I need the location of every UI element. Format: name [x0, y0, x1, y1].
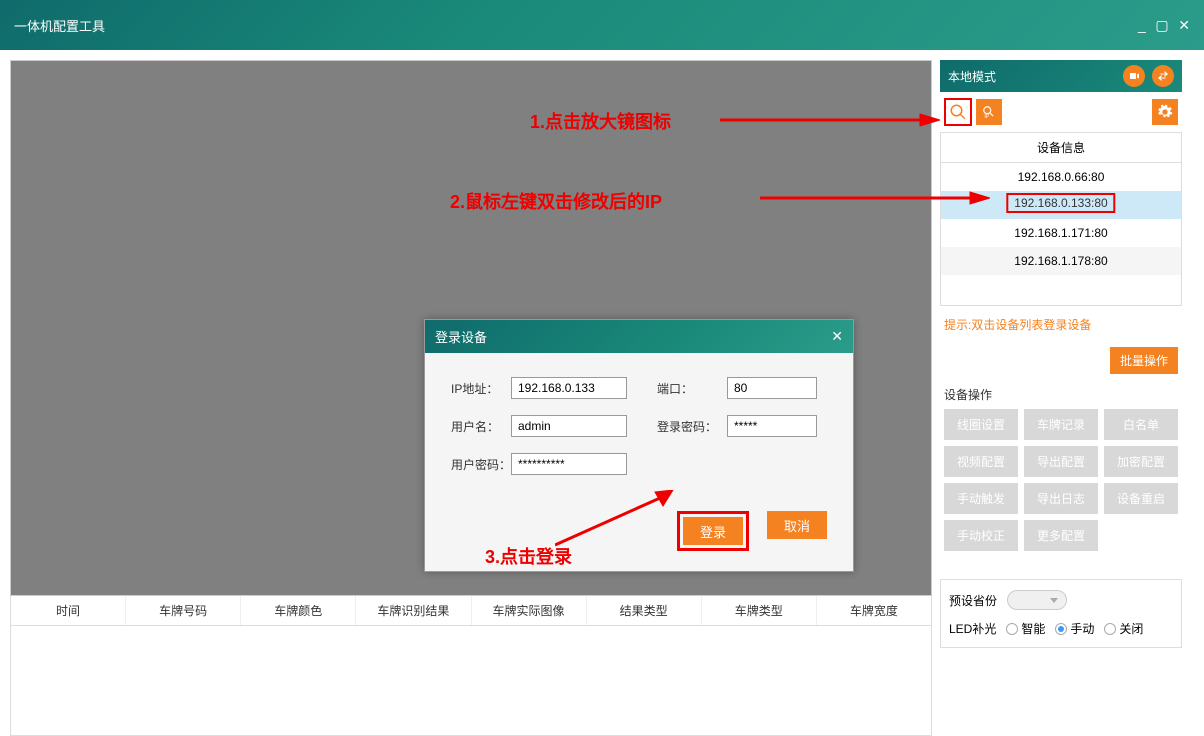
- user-password-input[interactable]: [511, 453, 627, 475]
- device-info-header: 设备信息: [940, 132, 1182, 163]
- col-color: 车牌颜色: [241, 596, 356, 625]
- mode-label: 本地模式: [948, 68, 996, 85]
- preset-province-select[interactable]: [1007, 590, 1067, 610]
- col-width: 车牌宽度: [817, 596, 931, 625]
- results-table-body: [10, 626, 932, 736]
- device-row[interactable]: 192.168.1.171:80: [941, 219, 1181, 247]
- svg-text:IP: IP: [984, 114, 989, 119]
- port-input[interactable]: [727, 377, 817, 399]
- col-time: 时间: [11, 596, 126, 625]
- login-password-input[interactable]: [727, 415, 817, 437]
- device-ops-title: 设备操作: [940, 378, 1182, 409]
- led-label: LED补光: [949, 620, 996, 637]
- device-ops-grid: 线圈设置 车牌记录 白名单 视频配置 导出配置 加密配置 手动触发 导出日志 设…: [940, 409, 1182, 551]
- login-dialog: 登录设备 ✕ IP地址： 端口： 用户名： 登录密码：: [424, 319, 854, 572]
- device-row[interactable]: 192.168.1.178:80: [941, 247, 1181, 275]
- login-button[interactable]: 登录: [683, 517, 743, 545]
- led-radio-manual[interactable]: 手动: [1055, 620, 1094, 637]
- op-manual-calibrate[interactable]: 手动校正: [944, 520, 1018, 551]
- search-ip-icon[interactable]: IP: [976, 99, 1002, 125]
- ip-label: IP地址：: [451, 380, 511, 397]
- video-preview-area: 登录设备 ✕ IP地址： 端口： 用户名： 登录密码：: [10, 60, 932, 596]
- op-plate-records[interactable]: 车牌记录: [1024, 409, 1098, 440]
- camera-icon[interactable]: [1123, 65, 1145, 87]
- op-manual-trigger[interactable]: 手动触发: [944, 483, 1018, 514]
- preset-province-label: 预设省份: [949, 592, 997, 609]
- user-password-label: 用户密码：: [451, 456, 511, 473]
- col-plate: 车牌号码: [126, 596, 241, 625]
- maximize-icon[interactable]: ▢: [1155, 17, 1168, 33]
- minimize-icon[interactable]: _: [1138, 17, 1146, 33]
- results-table-header: 时间 车牌号码 车牌颜色 车牌识别结果 车牌实际图像 结果类型 车牌类型 车牌宽…: [10, 596, 932, 626]
- op-device-restart[interactable]: 设备重启: [1104, 483, 1178, 514]
- device-list: 192.168.0.66:80 192.168.0.133:80 192.168…: [940, 163, 1182, 306]
- op-whitelist[interactable]: 白名单: [1104, 409, 1178, 440]
- led-radio-smart[interactable]: 智能: [1006, 620, 1045, 637]
- cancel-button[interactable]: 取消: [767, 511, 827, 539]
- dialog-titlebar: 登录设备 ✕: [425, 320, 853, 353]
- op-more-config[interactable]: 更多配置: [1024, 520, 1098, 551]
- port-label: 端口：: [657, 380, 727, 397]
- titlebar: 一体机配置工具 _ ▢ ✕: [0, 0, 1204, 50]
- dialog-close-icon[interactable]: ✕: [831, 328, 843, 345]
- col-image: 车牌实际图像: [472, 596, 587, 625]
- device-row[interactable]: 192.168.0.66:80: [941, 163, 1181, 191]
- dialog-title: 登录设备: [435, 327, 487, 346]
- bottom-settings-panel: 预设省份 LED补光 智能 手动 关闭: [940, 579, 1182, 648]
- close-icon[interactable]: ✕: [1178, 17, 1190, 33]
- username-input[interactable]: [511, 415, 627, 437]
- col-recog: 车牌识别结果: [356, 596, 471, 625]
- op-encrypt-config[interactable]: 加密配置: [1104, 446, 1178, 477]
- settings-icon[interactable]: [1152, 99, 1178, 125]
- search-icon[interactable]: [944, 98, 972, 126]
- col-restype: 结果类型: [587, 596, 702, 625]
- swap-icon[interactable]: [1152, 65, 1174, 87]
- op-export-config[interactable]: 导出配置: [1024, 446, 1098, 477]
- batch-operation-button[interactable]: 批量操作: [1110, 347, 1178, 374]
- username-label: 用户名：: [451, 418, 511, 435]
- device-row-selected-label: 192.168.0.133:80: [1006, 193, 1115, 213]
- mode-bar: 本地模式: [940, 60, 1182, 92]
- col-platetype: 车牌类型: [702, 596, 817, 625]
- hint-text: 提示:双击设备列表登录设备: [940, 306, 1182, 343]
- device-row[interactable]: 192.168.0.133:80: [941, 191, 1181, 219]
- op-coil-settings[interactable]: 线圈设置: [944, 409, 1018, 440]
- op-export-log[interactable]: 导出日志: [1024, 483, 1098, 514]
- login-password-label: 登录密码：: [657, 418, 727, 435]
- op-video-config[interactable]: 视频配置: [944, 446, 1018, 477]
- window-controls: _ ▢ ✕: [1132, 17, 1190, 34]
- led-radio-off[interactable]: 关闭: [1104, 620, 1143, 637]
- app-title: 一体机配置工具: [14, 16, 105, 35]
- ip-input[interactable]: [511, 377, 627, 399]
- login-button-highlight: 登录: [677, 511, 749, 551]
